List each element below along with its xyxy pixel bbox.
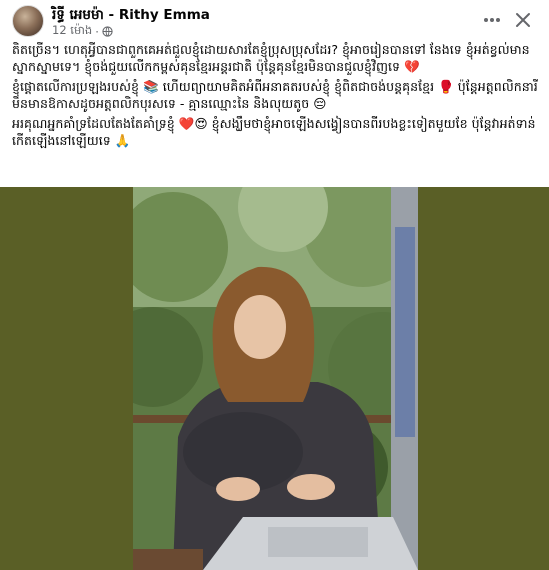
more-options-button[interactable] bbox=[478, 6, 506, 34]
separator-dot: · bbox=[95, 24, 99, 39]
caption-paragraph: តិតច្រើន។ ហេតុអ្វីបានជាពួកគេអត់ជួលខ្ញុំដ… bbox=[12, 42, 530, 74]
globe-icon bbox=[102, 26, 113, 37]
post-header: រិទ្ធី អេមម៉ា - Rithy Emma 12 ម៉ោង · bbox=[0, 0, 549, 42]
photo-illustration bbox=[133, 187, 418, 570]
media-frame bbox=[0, 187, 549, 570]
caption-paragraph: ខ្ញុំផ្តោតលើការប្រឡងរបស់ខ្ញុំ 📚 ហើយព្យាយ… bbox=[12, 79, 538, 111]
more-horizontal-icon bbox=[484, 18, 500, 22]
close-icon bbox=[516, 13, 530, 27]
close-button[interactable] bbox=[509, 6, 537, 34]
avatar[interactable] bbox=[12, 5, 44, 37]
post-photo[interactable] bbox=[133, 187, 418, 570]
timestamp[interactable]: 12 ម៉ោង bbox=[52, 23, 92, 40]
facebook-post: រិទ្ធី អេមម៉ា - Rithy Emma 12 ម៉ោង · តិត… bbox=[0, 0, 549, 570]
post-caption: តិតច្រើន។ ហេតុអ្វីបានជាពួកគេអត់ជួលខ្ញុំដ… bbox=[12, 42, 540, 153]
caption-paragraph: អរគុណអ្នកគាំទ្រដែលតែងតែគាំទ្រខ្ញុំ ❤️😍 ខ… bbox=[12, 116, 536, 148]
post-meta: 12 ម៉ោង · bbox=[52, 23, 113, 40]
